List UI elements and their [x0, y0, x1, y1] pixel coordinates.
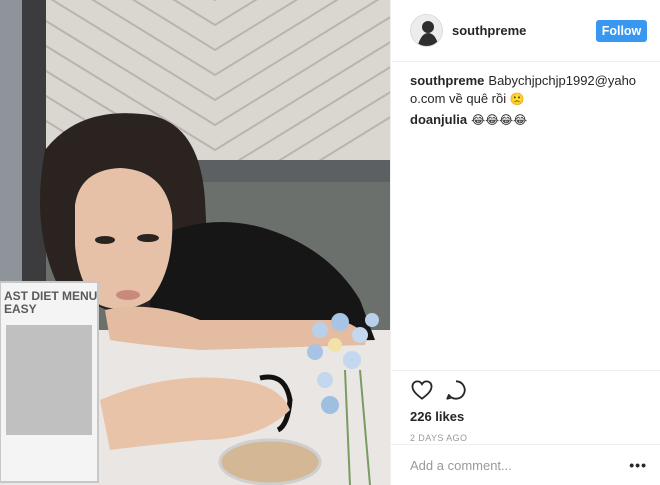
comment-item: doanjulia 😂😂😂😂	[410, 111, 645, 129]
left-eye	[95, 236, 115, 244]
avatar-image	[411, 15, 442, 46]
comment-username[interactable]: doanjulia	[410, 112, 467, 127]
post-sidebar: southpreme Follow southpreme Babychjpchjp…	[390, 0, 660, 485]
sad-face-icon: 🙁	[509, 92, 525, 106]
comment-icon[interactable]	[444, 378, 468, 402]
follow-button[interactable]: Follow	[596, 20, 647, 42]
bowl	[218, 438, 322, 485]
lips	[116, 290, 140, 300]
instagram-post: AST DIET MENU EASY southpreme Follow sou…	[0, 0, 660, 485]
post-actions: 226 likes 2 DAYS AGO	[391, 370, 660, 443]
menu-card-line-1: AST DIET MENU	[4, 289, 97, 303]
add-comment-bar: •••	[391, 444, 660, 485]
comment-list: southpreme Babychjpchjp1992@yahoo.com về …	[410, 72, 645, 132]
more-options-icon[interactable]: •••	[629, 457, 647, 473]
likes-count[interactable]: 226 likes	[410, 409, 642, 424]
comment-item: southpreme Babychjpchjp1992@yahoo.com về …	[410, 72, 645, 108]
right-eye	[137, 234, 159, 242]
header-username[interactable]: southpreme	[452, 23, 526, 38]
post-header: southpreme Follow	[391, 0, 660, 62]
heart-icon[interactable]	[410, 378, 434, 402]
comment-input[interactable]	[410, 457, 610, 473]
post-photo-illustration: AST DIET MENU EASY	[0, 0, 390, 485]
post-time: 2 DAYS AGO	[410, 433, 468, 443]
laughing-face-icon: 😂😂😂😂	[471, 113, 528, 127]
window	[0, 0, 22, 300]
action-icons	[410, 371, 642, 409]
menu-card-line-2: EASY	[4, 302, 37, 316]
avatar[interactable]	[410, 14, 443, 47]
comment-username[interactable]: southpreme	[410, 73, 484, 88]
post-photo[interactable]: AST DIET MENU EASY	[0, 0, 390, 485]
menu-card-body	[6, 325, 92, 435]
